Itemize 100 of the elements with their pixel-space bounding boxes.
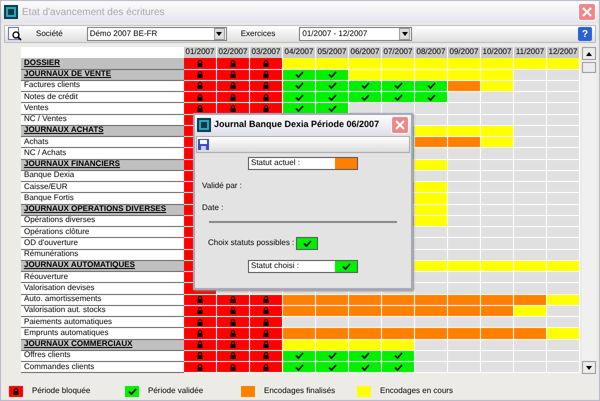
status-cell[interactable]	[415, 250, 448, 261]
status-cell[interactable]	[415, 260, 448, 272]
status-cell[interactable]	[514, 182, 547, 194]
status-cell[interactable]	[547, 204, 580, 216]
status-cell[interactable]	[481, 80, 514, 92]
status-cell[interactable]	[184, 294, 217, 306]
status-cell[interactable]	[448, 58, 481, 70]
status-cell[interactable]	[184, 340, 217, 351]
status-cell[interactable]	[481, 227, 514, 238]
status-cell[interactable]	[448, 92, 481, 104]
status-cell[interactable]	[514, 283, 547, 294]
status-cell[interactable]	[316, 80, 349, 92]
status-cell[interactable]	[184, 306, 217, 317]
status-cell[interactable]	[217, 80, 250, 92]
status-cell[interactable]	[415, 238, 448, 250]
status-cell[interactable]	[349, 317, 382, 328]
status-cell[interactable]	[547, 148, 580, 160]
help-button[interactable]: ?	[578, 27, 592, 41]
status-cell[interactable]	[547, 306, 580, 317]
status-cell[interactable]	[382, 317, 415, 328]
status-cell[interactable]	[514, 137, 547, 148]
status-cell[interactable]	[514, 204, 547, 216]
status-cell[interactable]	[184, 92, 217, 104]
status-cell[interactable]	[316, 350, 349, 362]
status-cell[interactable]	[481, 137, 514, 148]
status-cell[interactable]	[514, 272, 547, 284]
status-cell[interactable]	[448, 272, 481, 284]
status-cell[interactable]	[481, 103, 514, 114]
search-button[interactable]	[8, 27, 22, 41]
status-cell[interactable]	[547, 238, 580, 250]
status-cell[interactable]	[481, 58, 514, 70]
status-cell[interactable]	[448, 204, 481, 216]
status-cell[interactable]	[415, 70, 448, 81]
status-cell[interactable]	[316, 306, 349, 317]
status-cell[interactable]	[283, 294, 316, 306]
status-cell[interactable]	[514, 294, 547, 306]
status-cell[interactable]	[448, 160, 481, 171]
status-cell[interactable]	[184, 317, 217, 328]
status-cell[interactable]	[448, 148, 481, 160]
status-cell[interactable]	[481, 114, 514, 126]
status-cell[interactable]	[481, 250, 514, 261]
status-cell[interactable]	[448, 182, 481, 194]
status-cell[interactable]	[481, 350, 514, 362]
status-cell[interactable]	[415, 80, 448, 92]
status-cell[interactable]	[283, 92, 316, 104]
status-cell[interactable]	[283, 340, 316, 351]
status-cell[interactable]	[415, 148, 448, 160]
status-cell[interactable]	[481, 340, 514, 351]
status-cell[interactable]	[250, 294, 283, 306]
status-cell[interactable]	[448, 260, 481, 272]
scroll-down-button[interactable]	[582, 361, 596, 374]
status-cell[interactable]	[415, 350, 448, 362]
status-cell[interactable]	[316, 317, 349, 328]
status-cell[interactable]	[514, 92, 547, 104]
status-cell[interactable]	[217, 328, 250, 340]
status-cell[interactable]	[217, 306, 250, 317]
status-cell[interactable]	[415, 227, 448, 238]
status-cell[interactable]	[349, 294, 382, 306]
status-cell[interactable]	[382, 58, 415, 70]
status-cell[interactable]	[481, 92, 514, 104]
status-cell[interactable]	[547, 103, 580, 114]
status-cell[interactable]	[481, 238, 514, 250]
status-cell[interactable]	[514, 227, 547, 238]
status-cell[interactable]	[349, 58, 382, 70]
status-cell[interactable]	[448, 114, 481, 126]
period-select[interactable]: 01/2007 - 12/2007	[299, 27, 412, 41]
status-cell[interactable]	[283, 328, 316, 340]
status-cell[interactable]	[250, 328, 283, 340]
status-cell[interactable]	[547, 328, 580, 340]
status-cell[interactable]	[217, 70, 250, 81]
status-cell[interactable]	[481, 317, 514, 328]
status-cell[interactable]	[415, 126, 448, 137]
status-cell[interactable]	[448, 328, 481, 340]
status-cell[interactable]	[382, 70, 415, 81]
status-cell[interactable]	[481, 283, 514, 294]
scroll-thumb[interactable]	[582, 62, 596, 73]
status-cell[interactable]	[547, 272, 580, 284]
status-cell[interactable]	[316, 70, 349, 81]
status-cell[interactable]	[514, 80, 547, 92]
status-cell[interactable]	[382, 328, 415, 340]
status-cell[interactable]	[415, 328, 448, 340]
status-cell[interactable]	[316, 340, 349, 351]
status-cell[interactable]	[481, 193, 514, 204]
status-cell[interactable]	[481, 216, 514, 227]
status-cell[interactable]	[514, 193, 547, 204]
status-cell[interactable]	[184, 58, 217, 70]
status-cell[interactable]	[448, 80, 481, 92]
status-cell[interactable]	[415, 317, 448, 328]
status-cell[interactable]	[415, 193, 448, 204]
status-cell[interactable]	[250, 80, 283, 92]
status-cell[interactable]	[481, 294, 514, 306]
status-cell[interactable]	[547, 294, 580, 306]
status-cell[interactable]	[514, 170, 547, 182]
status-cell[interactable]	[448, 170, 481, 182]
status-cell[interactable]	[283, 350, 316, 362]
status-cell[interactable]	[448, 283, 481, 294]
status-cell[interactable]	[283, 80, 316, 92]
save-button[interactable]	[198, 139, 209, 150]
status-cell[interactable]	[217, 92, 250, 104]
status-cell[interactable]	[349, 306, 382, 317]
